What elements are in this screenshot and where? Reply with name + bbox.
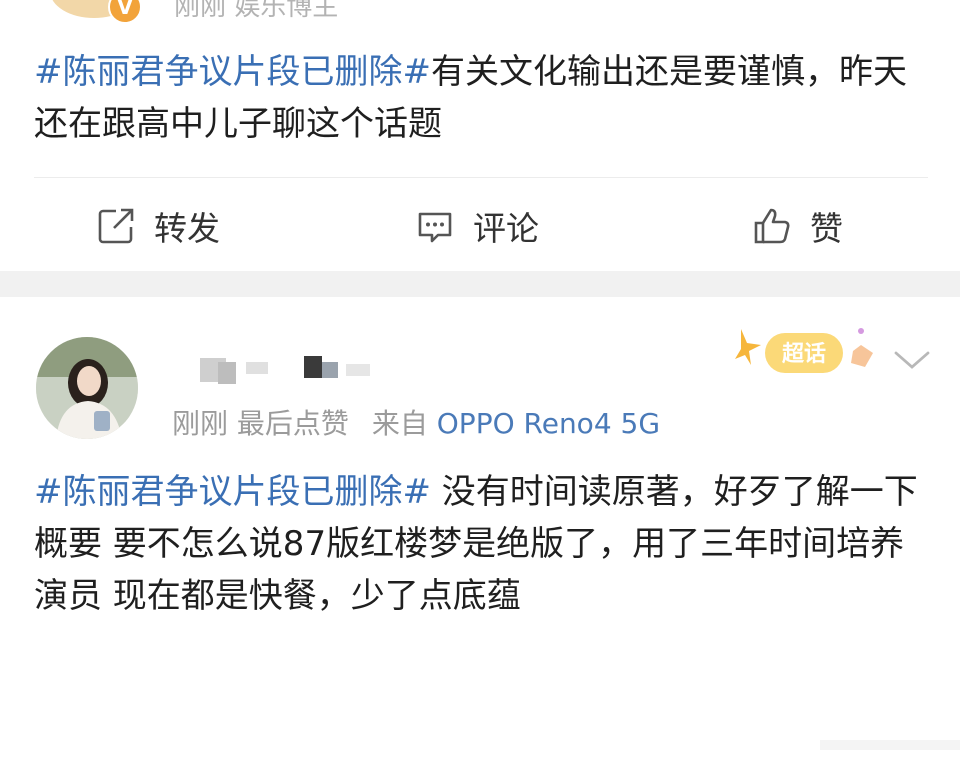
post1-header: V 刚刚 娱乐博主 xyxy=(0,0,960,24)
like-button[interactable]: 赞 xyxy=(752,178,843,274)
hashtag-link[interactable]: #陈丽君争议片段已删除# xyxy=(34,52,431,92)
post-time: 刚刚 xyxy=(172,407,229,440)
comment-icon xyxy=(418,212,452,243)
source-label: 来自 xyxy=(371,407,428,440)
post1-content: #陈丽君争议片段已删除#有关文化输出还是要谨慎，昨天还在跟高中儿子聊这个话题 xyxy=(34,46,934,150)
thumbs-up-icon xyxy=(754,208,790,244)
feed-separator xyxy=(0,271,960,297)
bottom-bar-fade xyxy=(820,740,960,750)
repost-icon xyxy=(98,208,134,244)
post1-meta: 刚刚 娱乐博主 xyxy=(174,0,339,22)
like-label: 赞 xyxy=(810,209,843,248)
last-liked: 最后点赞 xyxy=(236,407,349,440)
super-topic-badge[interactable]: 超话 xyxy=(735,323,885,383)
avatar[interactable] xyxy=(36,337,138,439)
repost-label: 转发 xyxy=(154,209,220,248)
post2-content: #陈丽君争议片段已删除# 没有时间读原著，好歹了解一下概要 要不怎么说87版红楼… xyxy=(34,466,934,622)
username-blurred[interactable] xyxy=(180,340,470,388)
comment-label: 评论 xyxy=(473,209,539,248)
repost-button[interactable]: 转发 xyxy=(96,178,220,274)
action-bar: 转发 评论 赞 xyxy=(0,178,960,274)
super-topic-label: 超话 xyxy=(782,342,826,367)
verified-icon: V xyxy=(108,0,142,24)
star-icon xyxy=(735,329,761,365)
comment-button[interactable]: 评论 xyxy=(415,178,539,274)
chevron-down-icon[interactable] xyxy=(890,345,934,375)
source-device[interactable]: OPPO Reno4 5G xyxy=(437,407,660,440)
hashtag-link[interactable]: #陈丽君争议片段已删除# xyxy=(34,472,431,512)
post2-meta: 刚刚 最后点赞 来自 OPPO Reno4 5G xyxy=(172,402,660,442)
